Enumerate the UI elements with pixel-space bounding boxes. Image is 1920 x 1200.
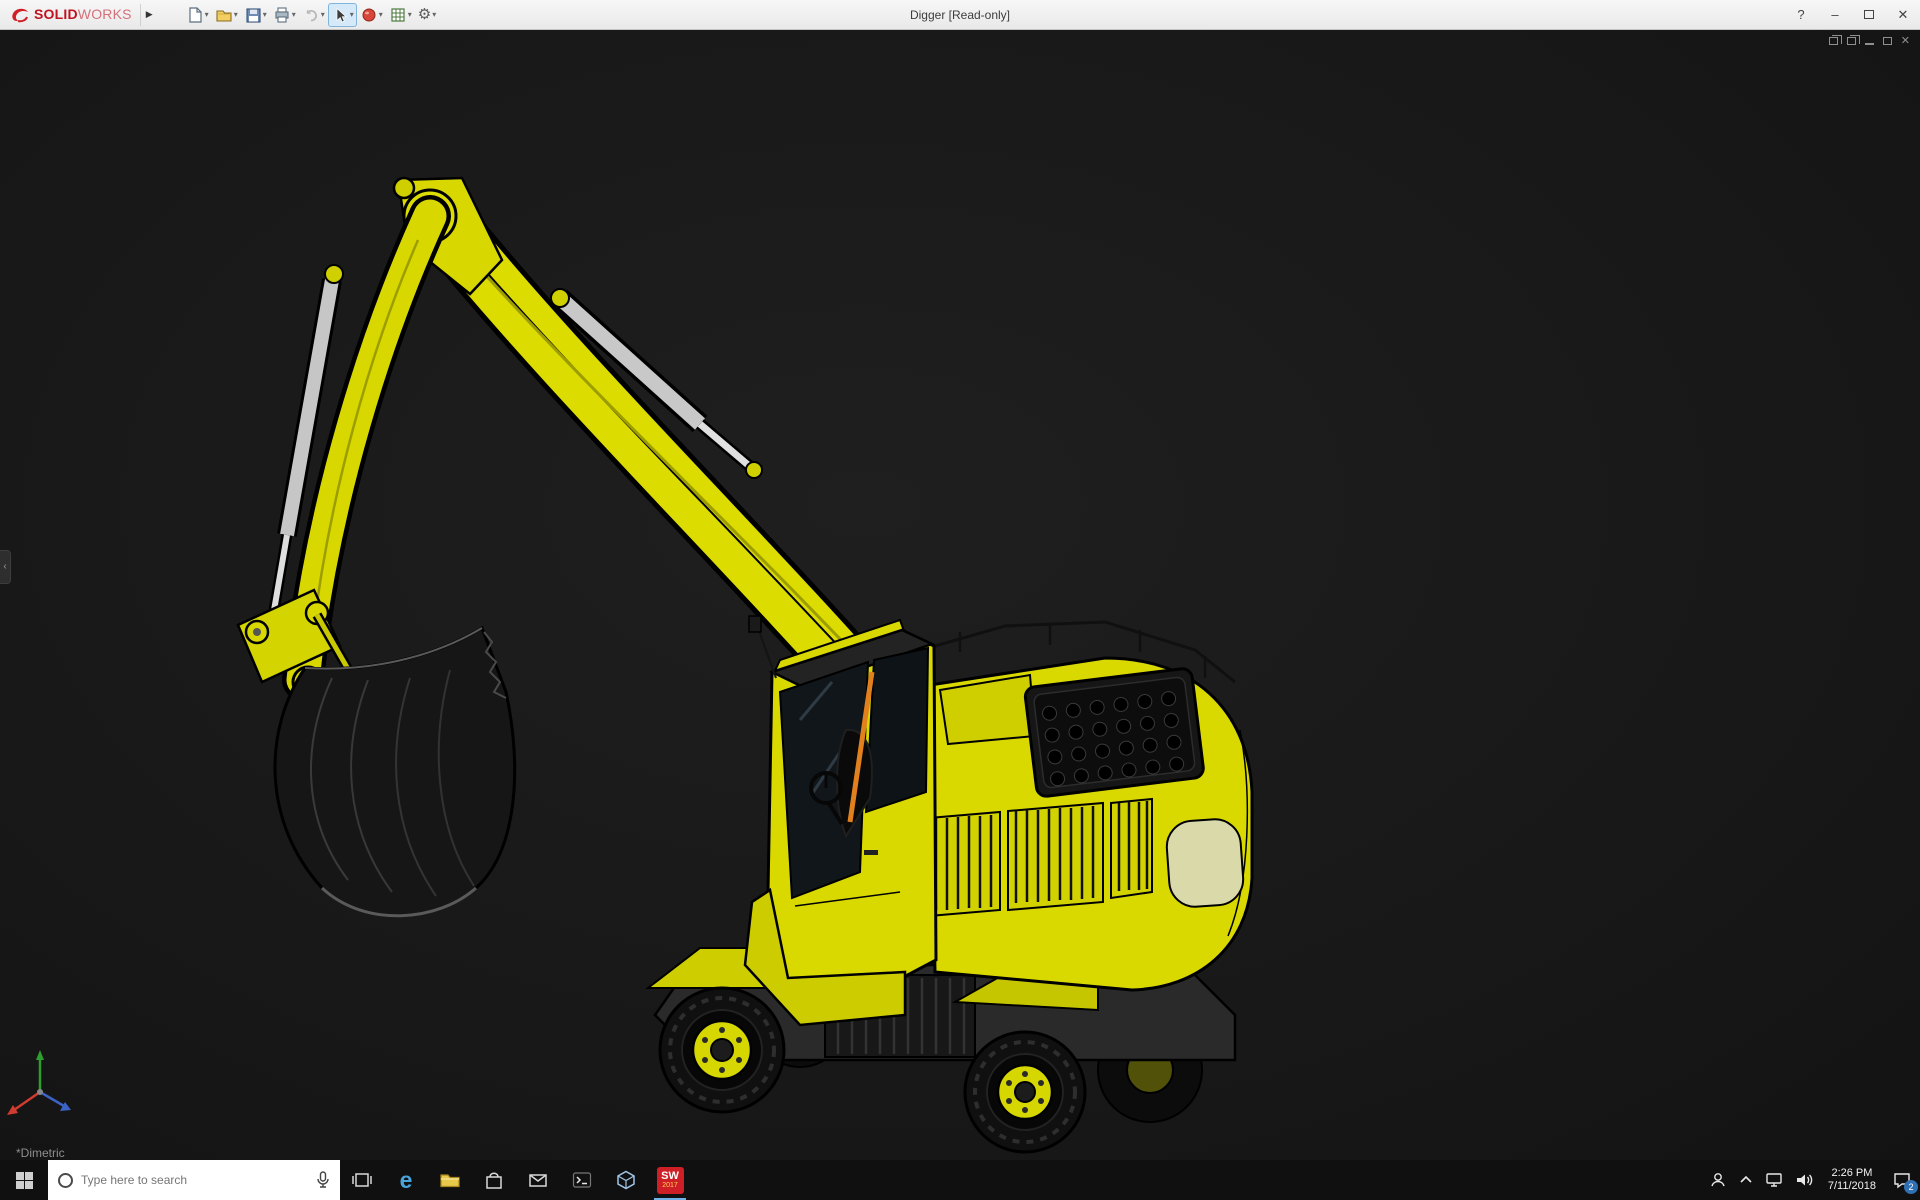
tray-date: 7/11/2018 [1827,1180,1876,1192]
toolbar-flyout-arrow[interactable]: ▶ [139,3,158,26]
doc-close-icon[interactable]: ✕ [1901,36,1910,47]
dropdown-icon[interactable]: ▾ [350,10,354,19]
taskbar: e [0,1160,1920,1200]
feature-panel-collapse-tab[interactable]: ‹ [0,549,11,584]
new-document-icon [189,6,202,23]
start-button[interactable] [0,1160,48,1200]
save-icon [246,7,261,23]
excavator-model [7,176,1254,1154]
machine-body [904,620,1254,992]
help-button[interactable]: ? [1784,0,1818,29]
solidworks-mark-icon [12,8,28,22]
3d-builder-icon [617,1170,635,1190]
dropdown-icon[interactable]: ▾ [379,10,383,19]
file-explorer-button[interactable] [428,1160,472,1200]
people-icon[interactable] [1708,1170,1728,1190]
edge-button[interactable]: e [384,1160,428,1200]
mail-button[interactable] [516,1160,560,1200]
window-controls: ? – ✕ [1784,0,1920,29]
network-icon[interactable] [1764,1171,1784,1189]
mail-icon [529,1174,547,1187]
maximize-button[interactable] [1852,0,1886,29]
action-center-button[interactable]: 2 [1890,1168,1918,1194]
undo-button[interactable]: ▾ [300,4,327,26]
solidworks-logo: SOLIDWORKS [0,6,140,24]
task-view-button[interactable] [340,1160,384,1200]
engine-grille [1023,667,1205,798]
tile-icon[interactable] [1846,35,1860,45]
dropdown-icon[interactable]: ▾ [432,10,436,19]
volume-icon[interactable] [1794,1171,1814,1189]
chevron-up-icon[interactable] [1738,1172,1754,1188]
dropdown-icon[interactable]: ▾ [234,10,238,19]
store-icon [486,1172,502,1189]
document-window-controls: ✕ [1828,35,1910,47]
cortana-icon [58,1172,73,1188]
dropdown-icon[interactable]: ▾ [263,10,267,19]
search-input[interactable] [81,1173,308,1187]
windows-logo-icon [15,1171,33,1189]
undo-icon [306,9,317,21]
graphics-viewport[interactable]: ✕ ‹ *Dimetric [0,30,1920,1160]
doc-restore-icon[interactable] [1882,37,1892,45]
window-title: Digger [Read-only] [909,7,1011,22]
task-view-icon [352,1173,372,1187]
options-button[interactable]: ⚙ ▾ [416,5,438,25]
dropdown-icon[interactable]: ▾ [408,10,412,19]
quick-access-toolbar: ▾ ▾ ▾ ▾ ▾ ▾ ▾ ▾ ⚙ ▾ [184,2,439,27]
print-icon [275,6,289,23]
tray-time: 2:26 PM [1831,1167,1873,1179]
save-button[interactable]: ▾ [242,4,269,26]
edge-icon: e [399,1167,413,1193]
close-button[interactable]: ✕ [1886,0,1920,29]
3d-builder-button[interactable] [604,1160,648,1200]
open-icon [216,9,232,22]
orientation-triad [7,1050,71,1115]
store-button[interactable] [472,1160,516,1200]
pinned-apps: e SW 2017 [340,1160,692,1200]
appearances-icon [362,8,376,21]
solidworks-2017-icon: SW 2017 [656,1166,684,1194]
clock[interactable]: 2:26 PM 7/11/2018 [1824,1167,1880,1193]
design-table-button[interactable]: ▾ [387,4,414,26]
file-explorer-icon [440,1174,460,1188]
titlebar: SOLIDWORKS ▶ ▾ ▾ ▾ ▾ ▾ ▾ ▾ ▾ ⚙ ▾ Digger … [0,0,1920,30]
select-cursor-icon [336,7,347,22]
dropdown-icon[interactable]: ▾ [292,10,296,19]
microphone-icon[interactable] [316,1171,330,1189]
brand-solid: SOLID [34,5,78,22]
system-tray: 2:26 PM 7/11/2018 2 [1708,1160,1920,1200]
command-prompt-button[interactable] [560,1160,604,1200]
maximize-icon [1864,10,1874,19]
appearances-button[interactable]: ▾ [358,4,385,26]
open-button[interactable]: ▾ [213,4,240,26]
command-prompt-icon [572,1172,592,1188]
print-button[interactable]: ▾ [271,4,298,26]
dropdown-icon[interactable]: ▾ [321,10,325,19]
solidworks-taskbar-button[interactable]: SW 2017 [648,1160,692,1200]
design-table-icon [391,7,405,22]
dropdown-icon[interactable]: ▾ [205,10,209,19]
brand-works: WORKS [77,5,132,22]
options-gear-icon: ⚙ [417,5,432,23]
minimize-button[interactable]: – [1818,0,1852,29]
taskbar-search[interactable] [48,1160,340,1200]
select-tool-button[interactable]: ▾ [327,2,357,27]
notification-badge: 2 [1904,1180,1918,1194]
new-document-button[interactable]: ▾ [184,4,211,26]
doc-minimize-icon[interactable] [1864,43,1874,45]
view-orientation-label: *Dimetric [16,1146,65,1160]
cascade-icon[interactable] [1828,35,1842,45]
